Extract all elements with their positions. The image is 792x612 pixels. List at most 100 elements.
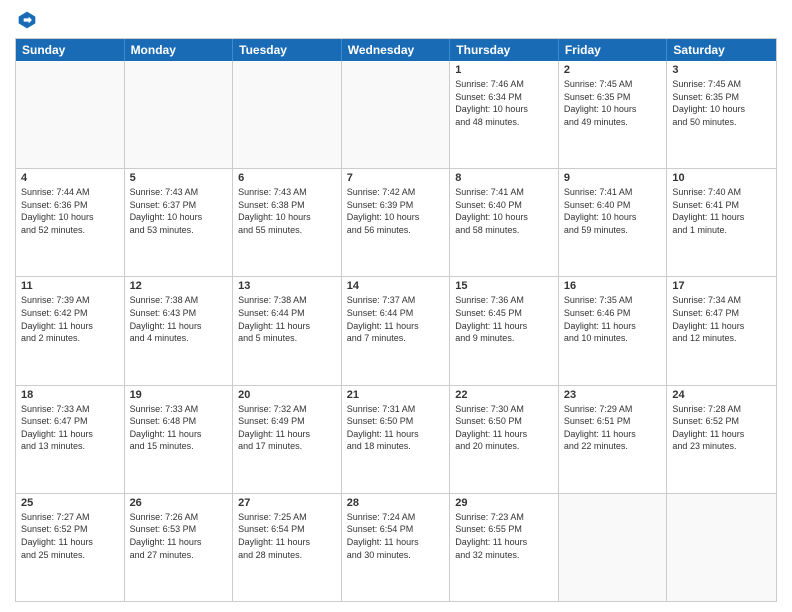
calendar-body: 1 Sunrise: 7:46 AMSunset: 6:34 PMDaylight…: [16, 61, 776, 601]
calendar-cell: 17 Sunrise: 7:34 AMSunset: 6:47 PMDayligh…: [667, 277, 776, 384]
day-info: Sunrise: 7:37 AMSunset: 6:44 PMDaylight:…: [347, 294, 445, 344]
calendar-cell: 4Sunrise: 7:44 AMSunset: 6:36 PMDaylight…: [16, 169, 125, 276]
calendar-cell: [16, 61, 125, 168]
day-info: Sunrise: 7:30 AMSunset: 6:50 PMDaylight:…: [455, 403, 553, 453]
day-number: 13: [238, 280, 336, 292]
day-number: 16: [564, 280, 662, 292]
calendar-cell: 18 Sunrise: 7:33 AMSunset: 6:47 PMDayligh…: [16, 386, 125, 493]
day-info: Sunrise: 7:31 AMSunset: 6:50 PMDaylight:…: [347, 403, 445, 453]
calendar-cell: 6 Sunrise: 7:43 AMSunset: 6:38 PMDaylight…: [233, 169, 342, 276]
day-info: Sunrise: 7:36 AMSunset: 6:45 PMDaylight:…: [455, 294, 553, 344]
header-day-monday: Monday: [125, 39, 234, 61]
calendar-cell: 28 Sunrise: 7:24 AMSunset: 6:54 PMDayligh…: [342, 494, 451, 601]
calendar-cell: 11 Sunrise: 7:39 AMSunset: 6:42 PMDayligh…: [16, 277, 125, 384]
calendar-cell: 2Sunrise: 7:45 AMSunset: 6:35 PMDaylight…: [559, 61, 668, 168]
calendar-cell: 15 Sunrise: 7:36 AMSunset: 6:45 PMDayligh…: [450, 277, 559, 384]
calendar-cell: 22Sunrise: 7:30 AMSunset: 6:50 PMDayligh…: [450, 386, 559, 493]
calendar-cell: 12 Sunrise: 7:38 AMSunset: 6:43 PMDayligh…: [125, 277, 234, 384]
logo: [15, 10, 37, 30]
calendar-cell: [125, 61, 234, 168]
calendar-cell: [559, 494, 668, 601]
day-number: 1: [455, 64, 553, 76]
day-number: 7: [347, 172, 445, 184]
calendar-cell: 27 Sunrise: 7:25 AMSunset: 6:54 PMDayligh…: [233, 494, 342, 601]
header-day-thursday: Thursday: [450, 39, 559, 61]
day-info: Sunrise: 7:28 AMSunset: 6:52 PMDaylight:…: [672, 403, 771, 453]
day-number: 2: [564, 64, 662, 76]
day-number: 9: [564, 172, 662, 184]
day-info: Sunrise: 7:41 AMSunset: 6:40 PMDaylight:…: [455, 186, 553, 236]
day-info: Sunrise: 7:38 AMSunset: 6:43 PMDaylight:…: [130, 294, 228, 344]
day-info: Sunrise: 7:25 AMSunset: 6:54 PMDaylight:…: [238, 511, 336, 561]
header: [15, 10, 777, 30]
calendar-week-1: 4Sunrise: 7:44 AMSunset: 6:36 PMDaylight…: [16, 168, 776, 276]
header-day-saturday: Saturday: [667, 39, 776, 61]
day-number: 5: [130, 172, 228, 184]
calendar-cell: 21Sunrise: 7:31 AMSunset: 6:50 PMDayligh…: [342, 386, 451, 493]
day-info: Sunrise: 7:43 AMSunset: 6:38 PMDaylight:…: [238, 186, 336, 236]
day-info: Sunrise: 7:29 AMSunset: 6:51 PMDaylight:…: [564, 403, 662, 453]
day-info: Sunrise: 7:46 AMSunset: 6:34 PMDaylight:…: [455, 78, 553, 128]
calendar-cell: [233, 61, 342, 168]
calendar-week-4: 25 Sunrise: 7:27 AMSunset: 6:52 PMDayligh…: [16, 493, 776, 601]
calendar-week-3: 18 Sunrise: 7:33 AMSunset: 6:47 PMDayligh…: [16, 385, 776, 493]
day-info: Sunrise: 7:45 AMSunset: 6:35 PMDaylight:…: [672, 78, 771, 128]
logo-text: [15, 10, 37, 30]
calendar-week-2: 11 Sunrise: 7:39 AMSunset: 6:42 PMDayligh…: [16, 276, 776, 384]
day-number: 23: [564, 389, 662, 401]
calendar-header: SundayMondayTuesdayWednesdayThursdayFrid…: [16, 39, 776, 61]
day-number: 12: [130, 280, 228, 292]
day-number: 11: [21, 280, 119, 292]
calendar: SundayMondayTuesdayWednesdayThursdayFrid…: [15, 38, 777, 602]
day-info: Sunrise: 7:32 AMSunset: 6:49 PMDaylight:…: [238, 403, 336, 453]
calendar-cell: 16 Sunrise: 7:35 AMSunset: 6:46 PMDayligh…: [559, 277, 668, 384]
calendar-cell: 13 Sunrise: 7:38 AMSunset: 6:44 PMDayligh…: [233, 277, 342, 384]
day-info: Sunrise: 7:40 AMSunset: 6:41 PMDaylight:…: [672, 186, 771, 236]
day-number: 20: [238, 389, 336, 401]
calendar-cell: 23 Sunrise: 7:29 AMSunset: 6:51 PMDayligh…: [559, 386, 668, 493]
calendar-cell: [667, 494, 776, 601]
day-info: Sunrise: 7:35 AMSunset: 6:46 PMDaylight:…: [564, 294, 662, 344]
calendar-cell: 3 Sunrise: 7:45 AMSunset: 6:35 PMDaylight…: [667, 61, 776, 168]
calendar-week-0: 1 Sunrise: 7:46 AMSunset: 6:34 PMDaylight…: [16, 61, 776, 168]
calendar-cell: 7Sunrise: 7:42 AMSunset: 6:39 PMDaylight…: [342, 169, 451, 276]
day-info: Sunrise: 7:33 AMSunset: 6:47 PMDaylight:…: [21, 403, 119, 453]
calendar-cell: 25 Sunrise: 7:27 AMSunset: 6:52 PMDayligh…: [16, 494, 125, 601]
day-info: Sunrise: 7:26 AMSunset: 6:53 PMDaylight:…: [130, 511, 228, 561]
day-info: Sunrise: 7:43 AMSunset: 6:37 PMDaylight:…: [130, 186, 228, 236]
day-info: Sunrise: 7:34 AMSunset: 6:47 PMDaylight:…: [672, 294, 771, 344]
day-number: 19: [130, 389, 228, 401]
calendar-cell: 9 Sunrise: 7:41 AMSunset: 6:40 PMDaylight…: [559, 169, 668, 276]
day-info: Sunrise: 7:41 AMSunset: 6:40 PMDaylight:…: [564, 186, 662, 236]
day-number: 3: [672, 64, 771, 76]
day-number: 25: [21, 497, 119, 509]
calendar-cell: 29 Sunrise: 7:23 AMSunset: 6:55 PMDayligh…: [450, 494, 559, 601]
calendar-cell: 19 Sunrise: 7:33 AMSunset: 6:48 PMDayligh…: [125, 386, 234, 493]
day-number: 8: [455, 172, 553, 184]
day-info: Sunrise: 7:44 AMSunset: 6:36 PMDaylight:…: [21, 186, 119, 236]
day-number: 14: [347, 280, 445, 292]
day-info: Sunrise: 7:39 AMSunset: 6:42 PMDaylight:…: [21, 294, 119, 344]
day-number: 18: [21, 389, 119, 401]
calendar-cell: 24 Sunrise: 7:28 AMSunset: 6:52 PMDayligh…: [667, 386, 776, 493]
header-day-tuesday: Tuesday: [233, 39, 342, 61]
day-info: Sunrise: 7:24 AMSunset: 6:54 PMDaylight:…: [347, 511, 445, 561]
calendar-cell: 10 Sunrise: 7:40 AMSunset: 6:41 PMDayligh…: [667, 169, 776, 276]
day-number: 26: [130, 497, 228, 509]
calendar-cell: 26 Sunrise: 7:26 AMSunset: 6:53 PMDayligh…: [125, 494, 234, 601]
day-number: 6: [238, 172, 336, 184]
calendar-cell: 1 Sunrise: 7:46 AMSunset: 6:34 PMDaylight…: [450, 61, 559, 168]
day-number: 28: [347, 497, 445, 509]
day-info: Sunrise: 7:27 AMSunset: 6:52 PMDaylight:…: [21, 511, 119, 561]
day-number: 15: [455, 280, 553, 292]
day-info: Sunrise: 7:38 AMSunset: 6:44 PMDaylight:…: [238, 294, 336, 344]
day-number: 27: [238, 497, 336, 509]
day-number: 10: [672, 172, 771, 184]
day-info: Sunrise: 7:23 AMSunset: 6:55 PMDaylight:…: [455, 511, 553, 561]
calendar-cell: 14 Sunrise: 7:37 AMSunset: 6:44 PMDayligh…: [342, 277, 451, 384]
day-number: 29: [455, 497, 553, 509]
day-info: Sunrise: 7:33 AMSunset: 6:48 PMDaylight:…: [130, 403, 228, 453]
day-number: 24: [672, 389, 771, 401]
day-number: 17: [672, 280, 771, 292]
calendar-cell: 5 Sunrise: 7:43 AMSunset: 6:37 PMDaylight…: [125, 169, 234, 276]
